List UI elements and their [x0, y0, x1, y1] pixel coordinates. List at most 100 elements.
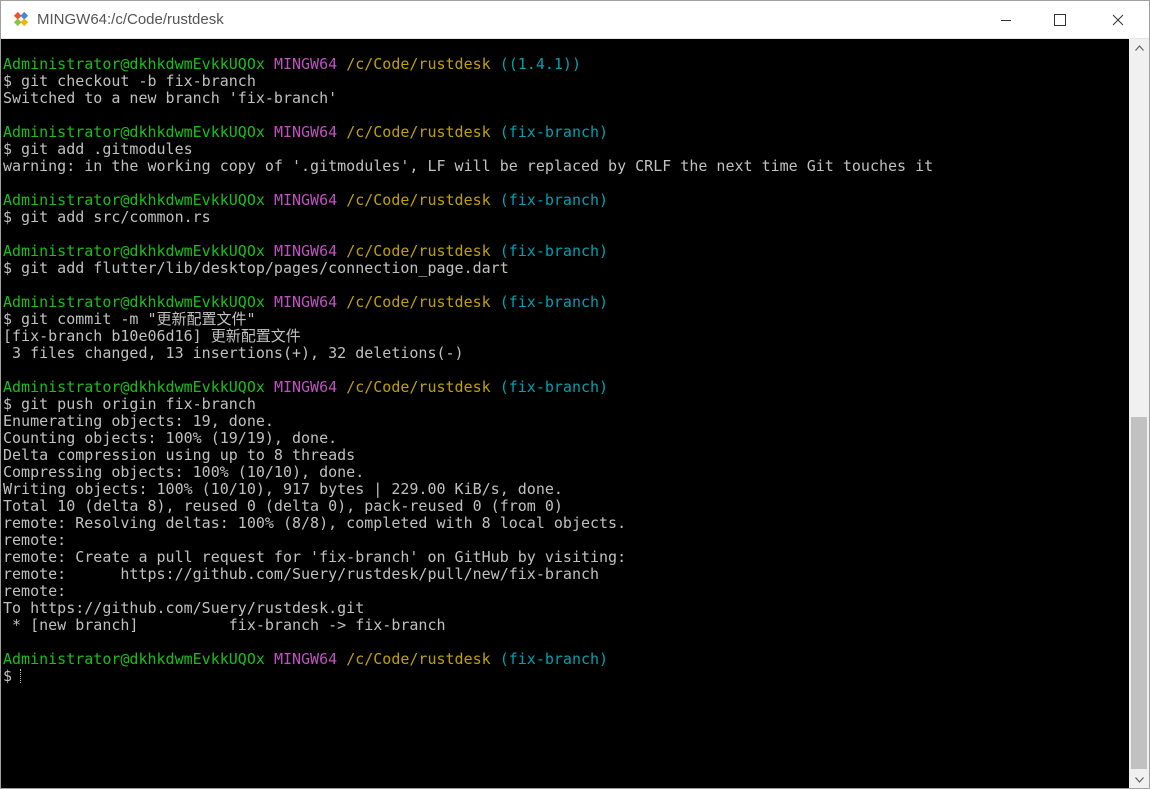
title-bar[interactable]: MINGW64:/c/Code/rustdesk [1, 1, 1149, 39]
prompt-branch: (fix-branch) [499, 242, 609, 260]
line-text: Delta compression using up to 8 threads [3, 446, 356, 464]
line-text: remote: [3, 531, 67, 549]
prompt-path: /c/Code/rustdesk [346, 650, 491, 668]
terminal-lines: Administrator@dkhkdwmEvkkUQOx MINGW64 /c… [3, 56, 933, 685]
output-line: $ git push origin fix-branch [3, 396, 933, 413]
output-line: Total 10 (delta 8), reused 0 (delta 0), … [3, 498, 933, 515]
terminal-window: MINGW64:/c/Code/rustdesk Administrator@d… [0, 0, 1150, 789]
output-line: Counting objects: 100% (19/19), done. [3, 430, 933, 447]
prompt-line: Administrator@dkhkdwmEvkkUQOx MINGW64 /c… [3, 294, 933, 311]
output-line: remote: https://github.com/Suery/rustdes… [3, 566, 933, 583]
prompt-line: Administrator@dkhkdwmEvkkUQOx MINGW64 /c… [3, 124, 933, 141]
output-line: Enumerating objects: 19, done. [3, 413, 933, 430]
prompt-path: /c/Code/rustdesk [346, 123, 491, 141]
prompt-path: /c/Code/rustdesk [346, 378, 491, 396]
prompt-path: /c/Code/rustdesk [346, 55, 491, 73]
line-text: [fix-branch b10e06d16] 更新配置文件 [3, 327, 301, 345]
prompt-line: Administrator@dkhkdwmEvkkUQOx MINGW64 /c… [3, 379, 933, 396]
output-line: Compressing objects: 100% (10/10), done. [3, 464, 933, 481]
line-text: Compressing objects: 100% (10/10), done. [3, 463, 365, 481]
output-line: $ git add .gitmodules [3, 141, 933, 158]
output-line: [fix-branch b10e06d16] 更新配置文件 [3, 328, 933, 345]
prompt-dollar: $ [3, 667, 13, 685]
output-line: warning: in the working copy of '.gitmod… [3, 158, 933, 175]
prompt-line: Administrator@dkhkdwmEvkkUQOx MINGW64 /c… [3, 56, 933, 73]
line-text: $ git commit -m "更新配置文件" [3, 310, 256, 328]
scroll-up-arrow-icon [1134, 44, 1144, 51]
line-text: To https://github.com/Suery/rustdesk.git [3, 599, 365, 617]
prompt-path: /c/Code/rustdesk [346, 293, 491, 311]
prompt-user: Administrator@dkhkdwmEvkkUQOx [3, 55, 265, 73]
output-line: 3 files changed, 13 insertions(+), 32 de… [3, 345, 933, 362]
line-text: $ git checkout -b fix-branch [3, 72, 256, 90]
prompt-system: MINGW64 [273, 650, 338, 668]
output-line: To https://github.com/Suery/rustdesk.git [3, 600, 933, 617]
output-line: remote: Create a pull request for 'fix-b… [3, 549, 933, 566]
prompt-branch: (fix-branch) [499, 378, 609, 396]
line-text: * [new branch] fix-branch -> fix-branch [3, 616, 446, 634]
line-text: remote: [3, 582, 67, 600]
window-title: MINGW64:/c/Code/rustdesk [37, 11, 224, 28]
prompt-line: Administrator@dkhkdwmEvkkUQOx MINGW64 /c… [3, 192, 933, 209]
scroll-up-button[interactable] [1129, 39, 1149, 56]
line-text: Total 10 (delta 8), reused 0 (delta 0), … [3, 497, 563, 515]
close-button[interactable] [1095, 1, 1141, 38]
minimize-icon [1001, 19, 1011, 21]
line-text: remote: https://github.com/Suery/rustdes… [3, 565, 600, 583]
minimize-button[interactable] [983, 1, 1029, 38]
prompt-system: MINGW64 [273, 191, 338, 209]
maximize-button[interactable] [1037, 1, 1083, 38]
prompt-system: MINGW64 [273, 293, 338, 311]
line-text: Writing objects: 100% (10/10), 917 bytes… [3, 480, 563, 498]
line-text: $ git push origin fix-branch [3, 395, 256, 413]
prompt-user: Administrator@dkhkdwmEvkkUQOx [3, 650, 265, 668]
prompt-user: Administrator@dkhkdwmEvkkUQOx [3, 191, 265, 209]
input-line: $ [3, 668, 933, 685]
close-icon [1112, 14, 1124, 25]
prompt-user: Administrator@dkhkdwmEvkkUQOx [3, 123, 265, 141]
line-text: $ git add flutter/lib/desktop/pages/conn… [3, 259, 509, 277]
output-line: remote: [3, 532, 933, 549]
scroll-down-arrow-icon [1134, 776, 1144, 783]
line-text: remote: Resolving deltas: 100% (8/8), co… [3, 514, 627, 532]
text-cursor [20, 669, 22, 683]
output-line: * [new branch] fix-branch -> fix-branch [3, 617, 933, 634]
output-line: Delta compression using up to 8 threads [3, 447, 933, 464]
line-text: Counting objects: 100% (19/19), done. [3, 429, 338, 447]
line-text: remote: Create a pull request for 'fix-b… [3, 548, 627, 566]
prompt-branch: (fix-branch) [499, 191, 609, 209]
scrollbar-thumb[interactable] [1131, 417, 1147, 769]
output-line: remote: Resolving deltas: 100% (8/8), co… [3, 515, 933, 532]
output-line: $ git checkout -b fix-branch [3, 73, 933, 90]
output-line: $ git commit -m "更新配置文件" [3, 311, 933, 328]
output-line: Writing objects: 100% (10/10), 917 bytes… [3, 481, 933, 498]
line-text: $ git add .gitmodules [3, 140, 193, 158]
line-text: Enumerating objects: 19, done. [3, 412, 274, 430]
scroll-down-button[interactable] [1129, 771, 1149, 788]
line-text: $ git add src/common.rs [3, 208, 211, 226]
output-line: $ git add flutter/lib/desktop/pages/conn… [3, 260, 933, 277]
terminal-output[interactable]: Administrator@dkhkdwmEvkkUQOx MINGW64 /c… [1, 39, 1129, 788]
prompt-user: Administrator@dkhkdwmEvkkUQOx [3, 293, 265, 311]
output-line: remote: [3, 583, 933, 600]
prompt-line: Administrator@dkhkdwmEvkkUQOx MINGW64 /c… [3, 243, 933, 260]
prompt-line: Administrator@dkhkdwmEvkkUQOx MINGW64 /c… [3, 651, 933, 668]
prompt-user: Administrator@dkhkdwmEvkkUQOx [3, 242, 265, 260]
prompt-branch: ((1.4.1)) [499, 55, 581, 73]
prompt-branch: (fix-branch) [499, 293, 609, 311]
line-text: warning: in the working copy of '.gitmod… [3, 157, 934, 175]
line-text: 3 files changed, 13 insertions(+), 32 de… [3, 344, 464, 362]
output-line: Switched to a new branch 'fix-branch' [3, 90, 933, 107]
prompt-path: /c/Code/rustdesk [346, 191, 491, 209]
prompt-system: MINGW64 [273, 378, 338, 396]
prompt-branch: (fix-branch) [499, 123, 609, 141]
maximize-icon [1054, 13, 1066, 26]
vertical-scrollbar[interactable] [1129, 39, 1149, 788]
line-text: Switched to a new branch 'fix-branch' [3, 89, 338, 107]
git-icon [13, 11, 29, 27]
